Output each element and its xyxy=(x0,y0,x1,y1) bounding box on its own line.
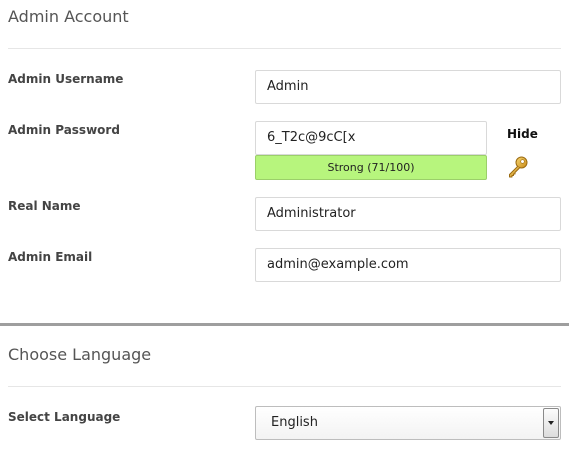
real-name-label: Real Name xyxy=(8,199,81,213)
password-strength-meter: Strong (71/100) xyxy=(255,155,487,180)
admin-username-input[interactable]: Admin xyxy=(255,70,561,104)
admin-email-label: Admin Email xyxy=(8,250,93,264)
admin-username-label: Admin Username xyxy=(8,72,124,86)
key-icon[interactable] xyxy=(506,155,530,179)
section-divider xyxy=(8,48,561,49)
installer-page: Admin Account Admin Username Admin Admin… xyxy=(0,0,569,452)
section-divider xyxy=(8,386,561,387)
language-select-value: English xyxy=(271,415,318,430)
choose-language-title: Choose Language xyxy=(8,345,152,364)
language-select[interactable]: English xyxy=(255,406,561,440)
real-name-input[interactable]: Administrator xyxy=(255,197,561,231)
select-language-label: Select Language xyxy=(8,410,121,424)
chevron-down-icon[interactable] xyxy=(543,408,559,438)
section-separator xyxy=(0,323,569,326)
admin-email-input[interactable]: admin@example.com xyxy=(255,248,561,282)
admin-password-label: Admin Password xyxy=(8,123,120,137)
admin-password-input[interactable]: 6_T2c@9cC[x xyxy=(255,121,487,155)
admin-account-title: Admin Account xyxy=(8,7,129,26)
hide-password-link[interactable]: Hide xyxy=(507,127,538,141)
